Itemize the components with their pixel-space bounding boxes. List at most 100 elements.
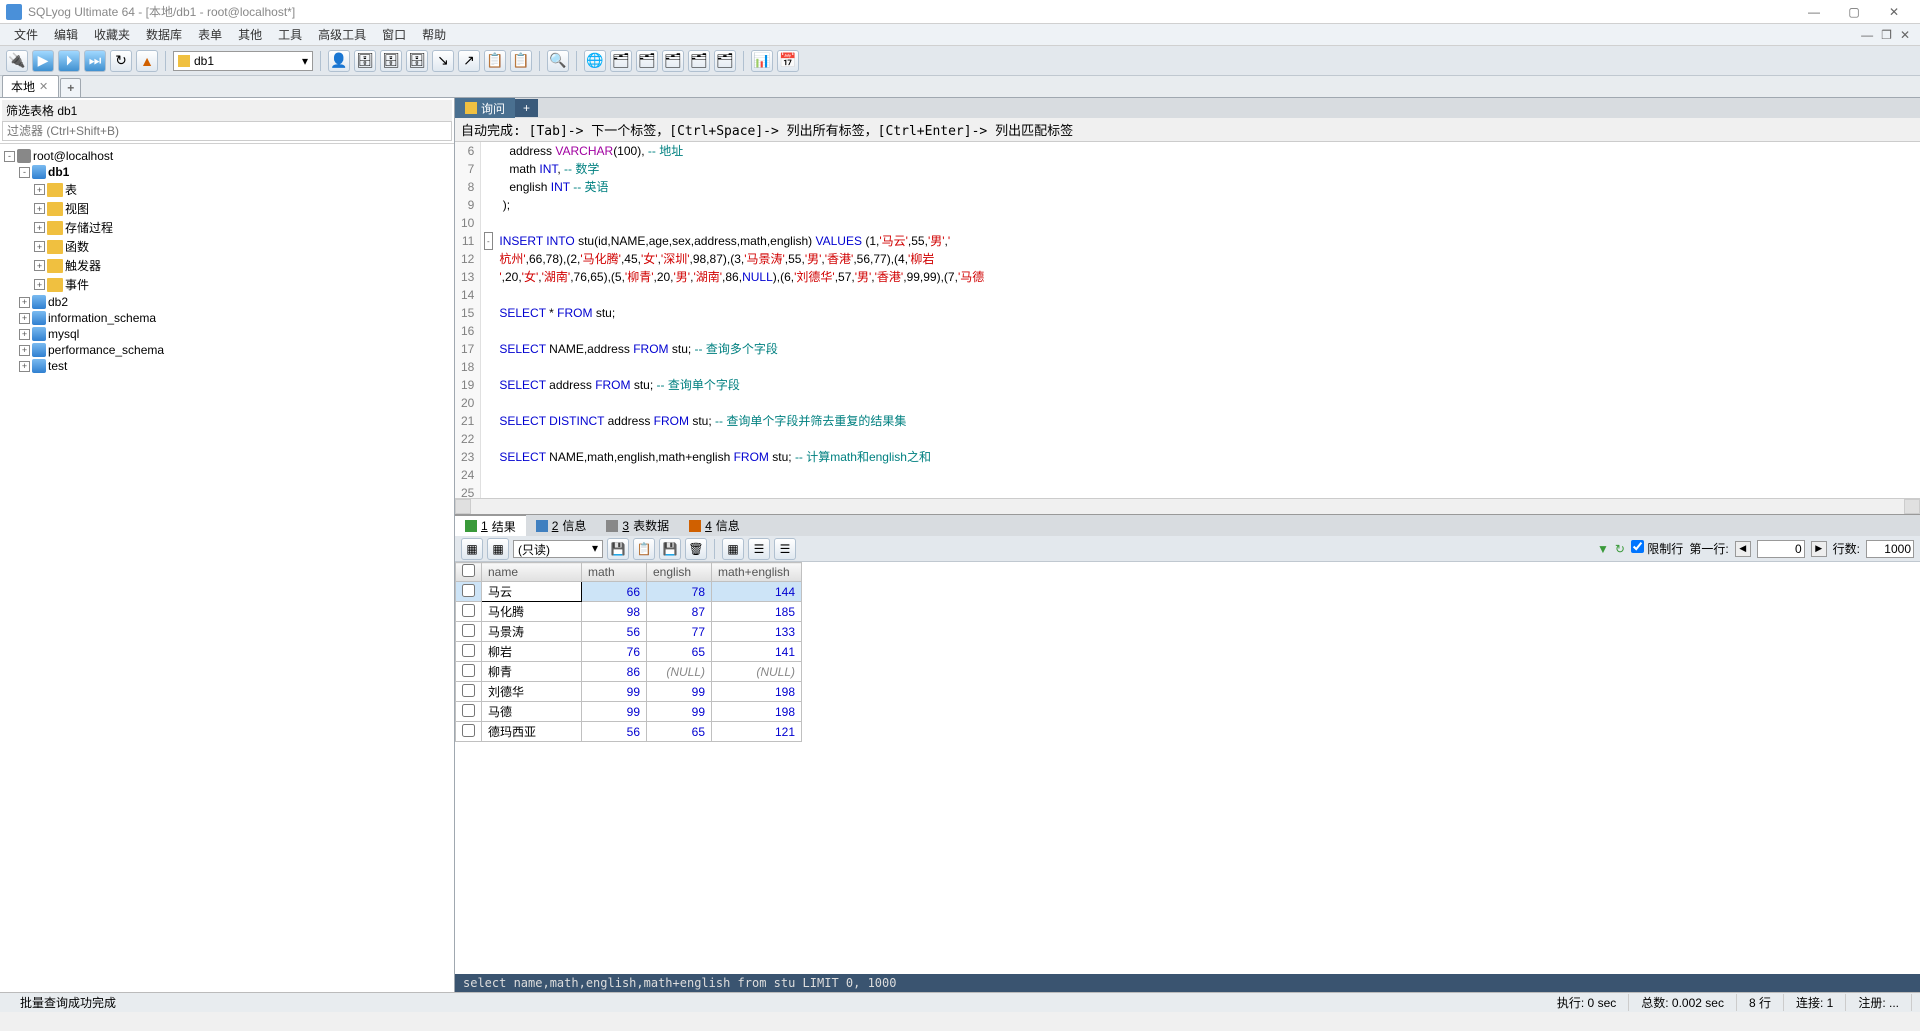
schema-tree[interactable]: - root@localhost- db1+ 表+ 视图+ 存储过程+ 函数+ …	[0, 144, 454, 992]
table-row[interactable]: 德玛西亚5665121	[456, 722, 802, 742]
database-select[interactable]: db1 ▾	[173, 51, 313, 71]
new-connection-tab[interactable]: +	[60, 78, 81, 97]
tool-btn-4[interactable]: ↘	[432, 50, 454, 72]
tree-item[interactable]: + db2	[0, 294, 454, 310]
first-row-input[interactable]	[1757, 540, 1805, 558]
save-btn[interactable]: 💾	[659, 538, 681, 560]
rows-input[interactable]	[1866, 540, 1914, 558]
filter-input[interactable]	[2, 121, 452, 141]
tool-btn-1[interactable]: 🗄	[354, 50, 376, 72]
tool-btn-13[interactable]: 🗂	[688, 50, 710, 72]
row-checkbox[interactable]	[462, 584, 475, 597]
result-grid[interactable]: namemathenglishmath+english马云6678144马化腾9…	[455, 562, 1920, 974]
col-header[interactable]: english	[647, 563, 712, 582]
new-connection-button[interactable]: 🔌	[6, 50, 28, 72]
user-button[interactable]: 👤	[328, 50, 350, 72]
delete-btn[interactable]: 🗑	[685, 538, 707, 560]
child-restore-icon[interactable]: ❐	[1877, 28, 1896, 42]
tree-item[interactable]: + 表	[0, 180, 454, 199]
maximize-button[interactable]: ▢	[1834, 2, 1874, 22]
table-row[interactable]: 柳岩7665141	[456, 642, 802, 662]
tool-btn-6[interactable]: 📋	[484, 50, 506, 72]
menu-数据库[interactable]: 数据库	[138, 26, 190, 44]
editor-hscrollbar[interactable]	[455, 498, 1920, 514]
tree-toggle-icon[interactable]: +	[34, 222, 45, 233]
menu-表单[interactable]: 表单	[190, 26, 230, 44]
table-row[interactable]: 马景涛5677133	[456, 622, 802, 642]
scroll-right-icon[interactable]	[1904, 499, 1920, 514]
new-query-tab[interactable]: +	[515, 99, 538, 117]
prev-page-button[interactable]: ◀	[1735, 541, 1751, 557]
limit-checkbox[interactable]: 限制行	[1631, 540, 1683, 557]
tool-btn-16[interactable]: 📅	[777, 50, 799, 72]
tool-btn-9[interactable]: 🌐	[584, 50, 606, 72]
table-row[interactable]: 马德9999198	[456, 702, 802, 722]
tree-toggle-icon[interactable]: -	[4, 151, 15, 162]
tree-toggle-icon[interactable]: +	[19, 329, 30, 340]
tree-toggle-icon[interactable]: +	[34, 260, 45, 271]
next-page-button[interactable]: ▶	[1811, 541, 1827, 557]
close-button[interactable]: ✕	[1874, 2, 1914, 22]
row-checkbox[interactable]	[462, 644, 475, 657]
stop-button[interactable]: ▲	[136, 50, 158, 72]
close-icon[interactable]: ✕	[39, 80, 48, 93]
query-tab[interactable]: 询问	[455, 98, 515, 119]
tree-toggle-icon[interactable]: +	[34, 184, 45, 195]
col-header[interactable]: name	[482, 563, 582, 582]
child-close-icon[interactable]: ✕	[1896, 28, 1914, 42]
export-btn[interactable]: 💾	[607, 538, 629, 560]
tree-item[interactable]: - root@localhost	[0, 148, 454, 164]
row-checkbox[interactable]	[462, 604, 475, 617]
result-tab-1[interactable]: 1 结果	[455, 515, 526, 537]
copy-btn[interactable]: 📋	[633, 538, 655, 560]
tool-btn-7[interactable]: 📋	[510, 50, 532, 72]
tree-item[interactable]: + performance_schema	[0, 342, 454, 358]
row-checkbox[interactable]	[462, 724, 475, 737]
view-grid-btn[interactable]: ▦	[722, 538, 744, 560]
tree-item[interactable]: + 事件	[0, 275, 454, 294]
result-tab-2[interactable]: 2 信息	[526, 515, 597, 536]
tree-toggle-icon[interactable]: +	[34, 203, 45, 214]
menu-编辑[interactable]: 编辑	[46, 26, 86, 44]
readonly-select[interactable]: (只读) ▾	[513, 540, 603, 558]
tool-btn-2[interactable]: 🗄	[380, 50, 402, 72]
table-row[interactable]: 马化腾9887185	[456, 602, 802, 622]
row-checkbox[interactable]	[462, 684, 475, 697]
tree-toggle-icon[interactable]: +	[19, 313, 30, 324]
menu-收藏夹[interactable]: 收藏夹	[86, 26, 138, 44]
row-checkbox[interactable]	[462, 664, 475, 677]
tree-item[interactable]: - db1	[0, 164, 454, 180]
exec-query-button[interactable]: ▶	[32, 50, 54, 72]
col-header[interactable]: math	[582, 563, 647, 582]
tree-toggle-icon[interactable]: +	[34, 241, 45, 252]
refresh-button[interactable]: ↻	[110, 50, 132, 72]
tool-btn-15[interactable]: 📊	[751, 50, 773, 72]
grid-btn-2[interactable]: ▦	[487, 538, 509, 560]
sql-editor[interactable]: 678910111213141516171819202122232425 - a…	[455, 142, 1920, 498]
result-tab-3[interactable]: 3 表数据	[596, 515, 679, 536]
tree-toggle-icon[interactable]: +	[19, 297, 30, 308]
col-header[interactable]: math+english	[712, 563, 802, 582]
filter-icon[interactable]: ▼	[1597, 542, 1609, 556]
table-row[interactable]: 马云6678144	[456, 582, 802, 602]
exec-explain-button[interactable]: ⏭	[84, 50, 106, 72]
select-all-checkbox[interactable]	[462, 564, 475, 577]
grid-btn-1[interactable]: ▦	[461, 538, 483, 560]
row-checkbox[interactable]	[462, 704, 475, 717]
tree-toggle-icon[interactable]: +	[34, 279, 45, 290]
tree-item[interactable]: + mysql	[0, 326, 454, 342]
tool-btn-5[interactable]: ↗	[458, 50, 480, 72]
table-row[interactable]: 柳青86(NULL)(NULL)	[456, 662, 802, 682]
tool-btn-14[interactable]: 🗂	[714, 50, 736, 72]
tool-btn-3[interactable]: 🗄	[406, 50, 428, 72]
tree-item[interactable]: + 存储过程	[0, 218, 454, 237]
menu-高级工具[interactable]: 高级工具	[310, 26, 374, 44]
tree-item[interactable]: + test	[0, 358, 454, 374]
tree-item[interactable]: + information_schema	[0, 310, 454, 326]
scroll-left-icon[interactable]	[455, 499, 471, 514]
tree-toggle-icon[interactable]: +	[19, 361, 30, 372]
refresh-icon[interactable]: ↻	[1615, 542, 1625, 556]
tree-item[interactable]: + 触发器	[0, 256, 454, 275]
fold-icon[interactable]: -	[484, 232, 493, 250]
tree-item[interactable]: + 函数	[0, 237, 454, 256]
